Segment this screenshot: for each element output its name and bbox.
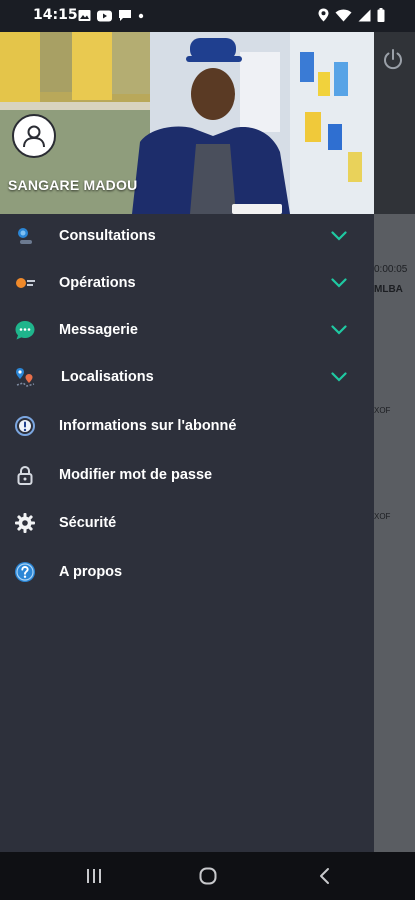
background-app: 0:00:05 MLBA XOF XOF — [374, 32, 415, 852]
chevron-down-icon[interactable] — [331, 325, 347, 335]
status-time: 14:15 — [33, 7, 78, 23]
menu-item-label: Modifier mot de passe — [59, 467, 213, 483]
dot-icon — [138, 13, 144, 18]
menu-item-label: Informations sur l'abonné — [59, 418, 237, 434]
power-icon[interactable] — [382, 48, 404, 70]
background-currency-2: XOF — [374, 512, 391, 521]
message-icon — [119, 10, 131, 21]
background-timer: 0:00:05 — [374, 264, 408, 275]
operations-icon — [14, 272, 36, 294]
user-icon — [23, 125, 45, 148]
menu-item-label: Localisations — [61, 369, 154, 385]
back-button[interactable] — [313, 866, 337, 886]
chevron-down-icon[interactable] — [331, 231, 347, 241]
status-notification-icons — [78, 9, 144, 22]
menu-item-operations[interactable]: Opérations — [0, 263, 374, 303]
menu-item-label: A propos — [59, 564, 123, 580]
search-user-icon — [14, 225, 36, 247]
status-system-icons — [318, 8, 385, 22]
system-nav-bar — [0, 852, 415, 900]
location-pins-icon — [14, 366, 36, 388]
chevron-down-icon[interactable] — [331, 372, 347, 382]
help-icon — [14, 561, 36, 583]
menu-item-consultations[interactable]: Consultations — [0, 216, 374, 256]
menu-item-messagerie[interactable]: Messagerie — [0, 310, 374, 350]
signal-icon — [358, 9, 371, 21]
info-icon — [14, 415, 36, 437]
navigation-drawer: SANGARE MADOU Consultations Opérations M… — [0, 32, 374, 852]
gear-icon — [14, 512, 36, 534]
drawer-header: SANGARE MADOU — [0, 32, 374, 214]
chat-icon — [14, 319, 36, 341]
menu-item-label: Opérations — [59, 275, 136, 291]
image-icon — [78, 10, 91, 21]
status-bar: 14:15 — [0, 0, 415, 32]
user-name: SANGARE MADOU — [8, 177, 138, 193]
wifi-icon — [335, 9, 352, 21]
menu-item-label: Sécurité — [59, 515, 117, 531]
menu-item-informations-abonne[interactable]: Informations sur l'abonné — [0, 406, 374, 446]
background-label: MLBA — [374, 284, 403, 295]
battery-icon — [377, 8, 385, 22]
home-button[interactable] — [196, 866, 220, 886]
location-icon — [318, 8, 329, 22]
lock-icon — [14, 464, 36, 486]
menu-item-securite[interactable]: Sécurité — [0, 503, 374, 543]
youtube-icon — [97, 10, 112, 21]
avatar[interactable] — [12, 114, 56, 158]
chevron-down-icon[interactable] — [331, 278, 347, 288]
menu-item-label: Messagerie — [59, 322, 138, 338]
recents-button[interactable] — [82, 866, 106, 886]
background-currency-1: XOF — [374, 406, 391, 415]
menu-item-modifier-mot-de-passe[interactable]: Modifier mot de passe — [0, 455, 374, 495]
menu-item-label: Consultations — [59, 228, 156, 244]
menu-item-a-propos[interactable]: A propos — [0, 552, 374, 592]
menu-item-localisations[interactable]: Localisations — [0, 357, 374, 397]
